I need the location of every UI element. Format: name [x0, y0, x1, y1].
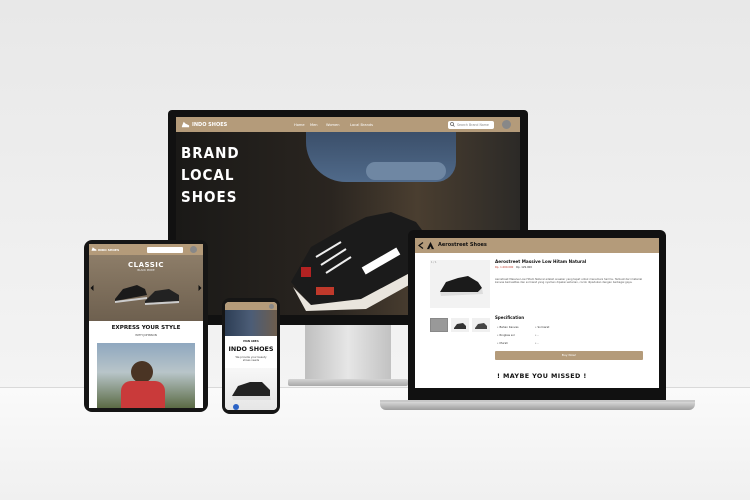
hero-headline: BRAND LOCAL SHOES: [176, 142, 240, 208]
phone-title: INDO SHOES: [228, 345, 274, 353]
spec-title: Specification: [495, 315, 525, 320]
tablet-screen: INDO SHOES CLASSIC BLACK MODE EXPRESS YO…: [89, 244, 203, 408]
product-description: Aerostreet Massive Low Hitam Natural ada…: [495, 278, 643, 285]
phone-shoe-image: [232, 382, 271, 400]
desktop-navbar: INDO SHOES Home Men Women Local Brands S…: [176, 117, 520, 132]
monitor-foot: [288, 379, 408, 386]
classic-subtitle: BLACK MODE: [137, 269, 155, 272]
spec-item: • Murah: [497, 341, 508, 345]
express-style-subheading: WITH JOHNSON: [135, 333, 157, 337]
phone-banner-image: [225, 310, 277, 336]
phone-navbar: [225, 302, 277, 310]
spec-list-right: • Sol karet • - • -: [535, 325, 550, 345]
buy-now-button[interactable]: Buy Now!: [495, 351, 643, 360]
maybe-you-missed-heading: ! MAYBE YOU MISSED !: [497, 372, 587, 380]
laptop-base: [380, 402, 695, 410]
back-arrow-icon[interactable]: [418, 242, 424, 249]
product-name: Aerostreet Massive Low Hitam Natural: [495, 259, 587, 264]
hero-word-local: LOCAL: [181, 166, 235, 184]
hero-word-brand: BRAND: [181, 144, 240, 162]
product-image: [430, 260, 490, 308]
tablet-navbar: INDO SHOES: [89, 244, 203, 255]
product-shoe-image: [440, 276, 483, 296]
shoe-logo-icon: [91, 247, 97, 251]
search-icon: [450, 122, 455, 127]
user-avatar[interactable]: [502, 120, 511, 129]
thumbnail-2[interactable]: [451, 318, 469, 332]
phone-avatar[interactable]: [269, 303, 274, 309]
spec-item: • Ringkas sol: [497, 333, 515, 337]
laptop-header: Aerostreet Shoes: [415, 238, 659, 253]
desktop-brand[interactable]: INDO SHOES: [192, 122, 227, 128]
price-row: Rp. 1.000.000 Rp. 129.900: [495, 266, 532, 269]
phone-small-heading: MAN AREA: [243, 340, 259, 343]
classic-title: CLASSIC: [127, 261, 165, 269]
phone-screen: MAN AREA INDO SHOES We provide your beau…: [225, 302, 277, 410]
shoe-logo-icon: [181, 121, 190, 128]
laptop-screen: Aerostreet Shoes 1 / 1 Aerostreet Massiv…: [415, 238, 659, 388]
monitor-stand: [305, 325, 391, 381]
nav-local-brands[interactable]: Local Brands: [350, 123, 373, 127]
phone-bottom-badge[interactable]: [233, 404, 239, 410]
phone-tagline: We provide your beauty shoes needs: [235, 356, 267, 363]
hero-word-shoes: SHOES: [181, 188, 238, 206]
tablet-classic-banner: CLASSIC BLACK MODE: [89, 255, 203, 321]
thumbnail-1[interactable]: [430, 318, 448, 332]
nav-men[interactable]: Men: [310, 123, 318, 127]
sold-label: Rp. 1.000.000: [495, 266, 514, 269]
tablet-brand[interactable]: INDO SHOES: [98, 248, 119, 252]
express-style-heading: EXPRESS YOUR STYLE: [111, 325, 181, 331]
tablet-search-input[interactable]: [147, 246, 183, 253]
tablet-avatar[interactable]: [190, 246, 197, 253]
classic-shoes-image: [115, 285, 179, 305]
nav-home[interactable]: Home: [294, 123, 305, 127]
phone-shoe-section: [225, 368, 277, 410]
spec-list: • Bahan Kanvas • Ringkas sol • Murah: [497, 323, 519, 347]
laptop-page-title: Aerostreet Shoes: [438, 242, 487, 248]
nav-women[interactable]: Women: [326, 123, 340, 127]
price-label: Rp. 129.900: [516, 266, 532, 269]
aerostreet-logo-icon: [426, 241, 435, 250]
thumbnail-3[interactable]: [472, 318, 490, 332]
spec-item: • Bahan Kanvas: [497, 325, 519, 329]
carousel-next-icon[interactable]: [198, 285, 202, 291]
lifestyle-photo: [97, 343, 195, 408]
carousel-prev-icon[interactable]: [90, 285, 94, 291]
